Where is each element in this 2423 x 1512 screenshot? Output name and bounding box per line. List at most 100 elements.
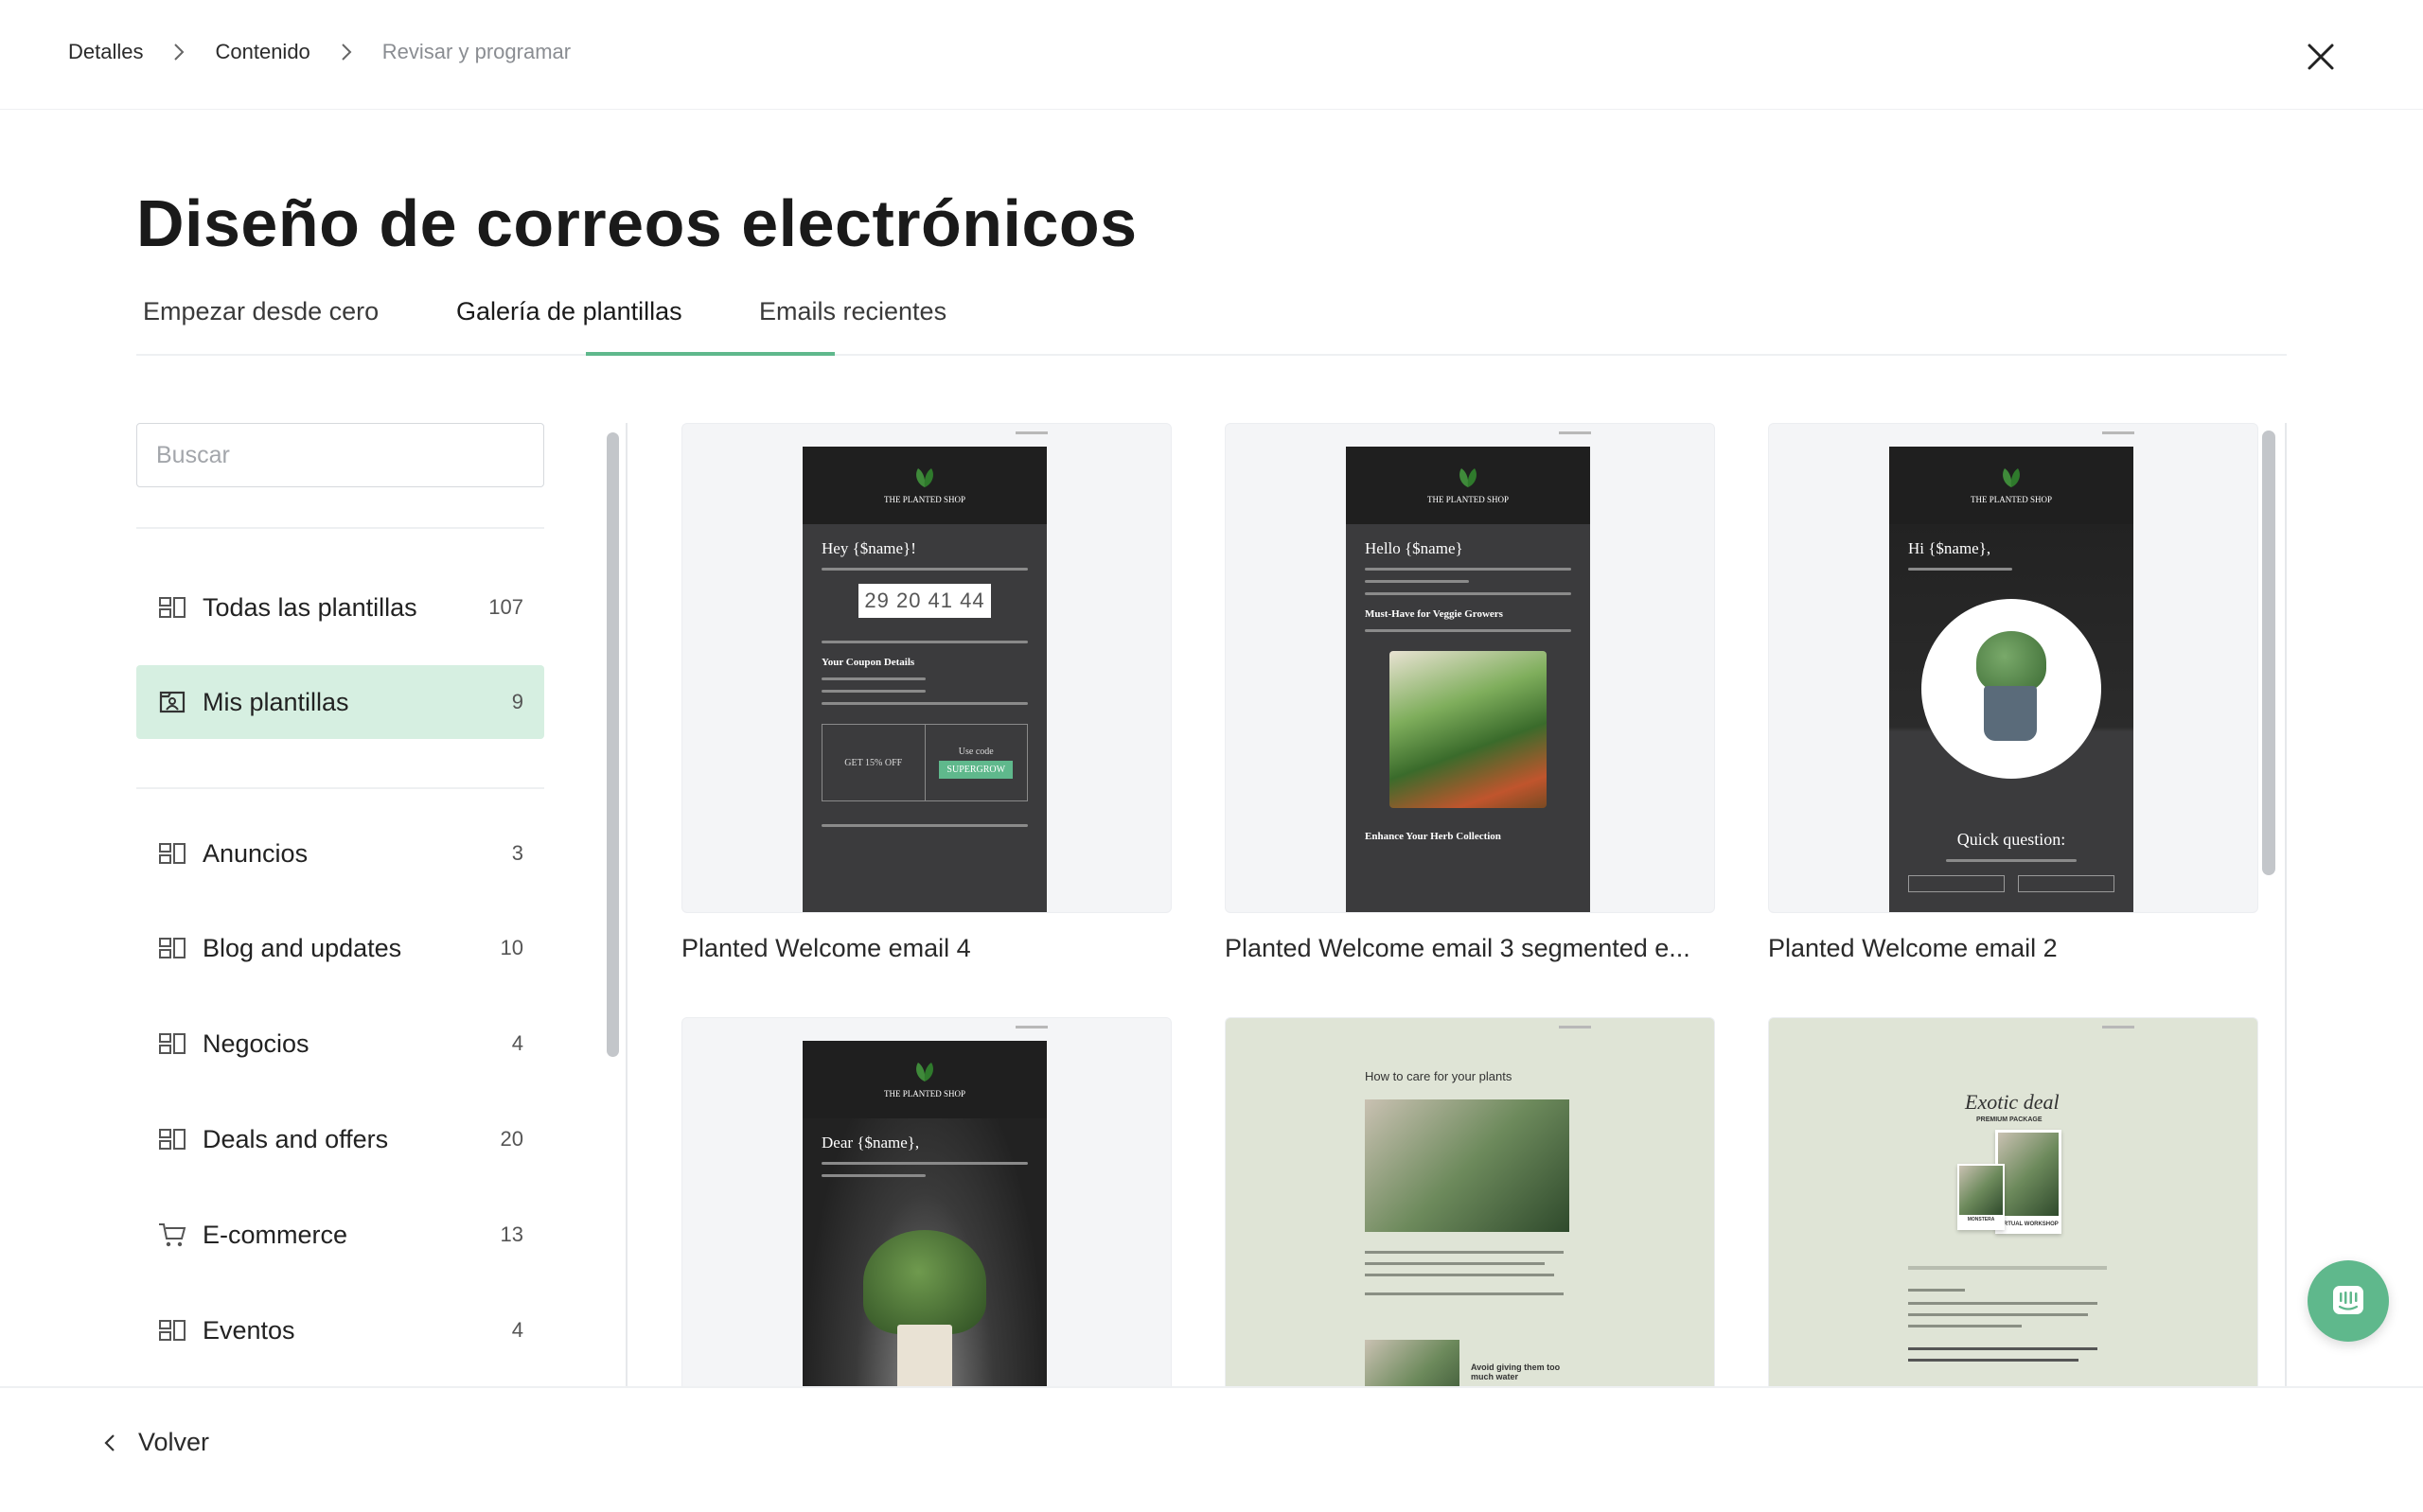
category-blog[interactable]: Blog and updates 10 bbox=[136, 911, 544, 985]
tab-recent-emails[interactable]: Emails recientes bbox=[759, 297, 946, 356]
package-label: PREMIUM PACKAGE bbox=[1976, 1116, 2043, 1123]
workshop-card: VIRTUAL WORKSHOP bbox=[1995, 1130, 2061, 1234]
template-thumbnail[interactable]: THE PLANTED SHOP Hi {$name}, Quick quest… bbox=[1768, 423, 2258, 913]
email-preview: Exotic deal PREMIUM PACKAGE VIRTUAL WORK… bbox=[1889, 1041, 2133, 1386]
sidebar-scrollbar[interactable] bbox=[599, 423, 628, 1386]
category-count: 13 bbox=[500, 1222, 523, 1246]
template-thumbnail[interactable]: THE PLANTED SHOP Hey {$name}! 29 20 41 4… bbox=[681, 423, 1172, 913]
leaf-logo-icon bbox=[1454, 466, 1482, 494]
monstera-label: MONSTERA bbox=[1967, 1217, 1995, 1222]
discount-cell: GET 15% OFF bbox=[822, 725, 925, 800]
text-line bbox=[822, 690, 926, 693]
watering-photo bbox=[1365, 1340, 1459, 1386]
category-events[interactable]: Eventos 4 bbox=[136, 1293, 544, 1367]
template-card[interactable]: How to care for your plants Avoid giving… bbox=[1225, 1017, 1715, 1386]
category-business[interactable]: Negocios 4 bbox=[136, 1007, 544, 1081]
text-line bbox=[1365, 1274, 1554, 1276]
category-label: Eventos bbox=[203, 1315, 295, 1345]
template-icon bbox=[157, 838, 187, 869]
monstera-leaves bbox=[863, 1230, 986, 1334]
view-in-browser-link bbox=[2102, 431, 2134, 434]
view-in-browser-link bbox=[1559, 1026, 1591, 1029]
section-title: Must-Have for Veggie Growers bbox=[1365, 608, 1503, 620]
template-card[interactable]: THE PLANTED SHOP Dear {$name}, bbox=[681, 1017, 1172, 1386]
template-thumbnail[interactable]: THE PLANTED SHOP Hello {$name} Must-Have… bbox=[1225, 423, 1715, 913]
text-line bbox=[1908, 1347, 2097, 1350]
category-count: 4 bbox=[511, 1318, 523, 1342]
email-greeting: Hello {$name} bbox=[1365, 539, 1463, 557]
text-line bbox=[1908, 1313, 2088, 1316]
bottom-bar: Volver bbox=[0, 1386, 2423, 1512]
tab-start-from-scratch[interactable]: Empezar desde cero bbox=[143, 297, 379, 356]
text-line bbox=[822, 1162, 1028, 1165]
text-line bbox=[1908, 568, 2012, 571]
template-card[interactable]: Exotic deal PREMIUM PACKAGE VIRTUAL WORK… bbox=[1768, 1017, 2258, 1386]
chevron-right-icon bbox=[156, 41, 202, 63]
category-my-templates[interactable]: Mis plantillas 9 bbox=[136, 665, 544, 739]
answer-option bbox=[2018, 875, 2114, 892]
category-deals[interactable]: Deals and offers 20 bbox=[136, 1102, 544, 1176]
template-title: Planted Welcome email 3 segmented e... bbox=[1225, 934, 1690, 962]
plant-photo bbox=[1921, 599, 2101, 779]
template-card[interactable]: THE PLANTED SHOP Hello {$name} Must-Have… bbox=[1225, 423, 1715, 963]
category-count: 10 bbox=[500, 936, 523, 959]
category-all-templates[interactable]: Todas las plantillas 107 bbox=[136, 571, 544, 644]
category-count: 20 bbox=[500, 1127, 523, 1151]
chat-icon bbox=[2333, 1286, 2363, 1314]
top-bar: Detalles Contenido Revisar y programar bbox=[0, 0, 2423, 110]
email-preview: THE PLANTED SHOP Dear {$name}, bbox=[803, 1041, 1047, 1386]
chevron-left-icon bbox=[104, 1433, 127, 1452]
section-footer: Enhance Your Herb Collection bbox=[1365, 831, 1501, 842]
text-line bbox=[1908, 1302, 2097, 1305]
coupon-box: GET 15% OFF Use code SUPERGROW bbox=[822, 724, 1028, 801]
breadcrumb-step-content[interactable]: Contenido bbox=[215, 40, 310, 64]
template-gallery: THE PLANTED SHOP Hey {$name}! 29 20 41 4… bbox=[628, 423, 2287, 1386]
chat-support-button[interactable] bbox=[2308, 1260, 2389, 1342]
text-line bbox=[1365, 629, 1571, 632]
category-ecommerce[interactable]: E-commerce 13 bbox=[136, 1198, 544, 1272]
breadcrumb-step-review[interactable]: Revisar y programar bbox=[382, 40, 571, 64]
text-line bbox=[1908, 1359, 2078, 1362]
email-heading: How to care for your plants bbox=[1365, 1069, 1512, 1083]
monstera-card: MONSTERA bbox=[1957, 1164, 2005, 1230]
template-icon bbox=[157, 592, 187, 623]
template-card[interactable]: THE PLANTED SHOP Hey {$name}! 29 20 41 4… bbox=[681, 423, 1172, 963]
plant-leaves bbox=[1976, 631, 2046, 694]
tab-template-gallery[interactable]: Galería de plantillas bbox=[456, 297, 682, 356]
category-count: 4 bbox=[511, 1031, 523, 1055]
gallery-scrollbar-thumb[interactable] bbox=[2262, 431, 2275, 875]
divider bbox=[136, 527, 544, 529]
cart-icon bbox=[157, 1220, 187, 1250]
close-icon bbox=[2308, 44, 2334, 70]
category-count: 3 bbox=[511, 841, 523, 865]
text-line bbox=[1365, 1251, 1564, 1254]
template-card[interactable]: THE PLANTED SHOP Hi {$name}, Quick quest… bbox=[1768, 423, 2258, 963]
email-greeting: Hey {$name}! bbox=[822, 539, 916, 557]
coupon-section-title: Your Coupon Details bbox=[822, 657, 915, 668]
workshop-photo bbox=[1998, 1133, 2059, 1216]
breadcrumb-step-details[interactable]: Detalles bbox=[68, 40, 143, 64]
care-photo bbox=[1365, 1099, 1569, 1232]
template-thumbnail[interactable]: Exotic deal PREMIUM PACKAGE VIRTUAL WORK… bbox=[1768, 1017, 2258, 1386]
search-input[interactable] bbox=[136, 423, 544, 487]
category-announcements[interactable]: Anuncios 3 bbox=[136, 817, 544, 890]
email-greeting: Hi {$name}, bbox=[1908, 539, 1991, 557]
email-preview: THE PLANTED SHOP Hello {$name} Must-Have… bbox=[1346, 447, 1590, 912]
monstera-photo bbox=[1959, 1166, 2003, 1215]
email-header: THE PLANTED SHOP bbox=[1889, 447, 2133, 524]
back-button[interactable]: Volver bbox=[104, 1428, 209, 1457]
use-code-label: Use code bbox=[958, 747, 994, 757]
divider bbox=[136, 787, 544, 789]
template-thumbnail[interactable]: THE PLANTED SHOP Dear {$name}, bbox=[681, 1017, 1172, 1386]
my-templates-icon bbox=[157, 687, 187, 717]
text-line bbox=[822, 824, 1028, 827]
category-count: 9 bbox=[511, 690, 523, 713]
sidebar-scrollbar-thumb[interactable] bbox=[607, 432, 619, 1057]
text-line bbox=[822, 1174, 926, 1177]
template-thumbnail[interactable]: How to care for your plants Avoid giving… bbox=[1225, 1017, 1715, 1386]
close-button[interactable] bbox=[2300, 36, 2342, 78]
category-label: Mis plantillas bbox=[203, 687, 349, 716]
text-line bbox=[822, 568, 1028, 571]
view-in-browser-link bbox=[1559, 431, 1591, 434]
vegetables-image bbox=[1389, 651, 1547, 808]
